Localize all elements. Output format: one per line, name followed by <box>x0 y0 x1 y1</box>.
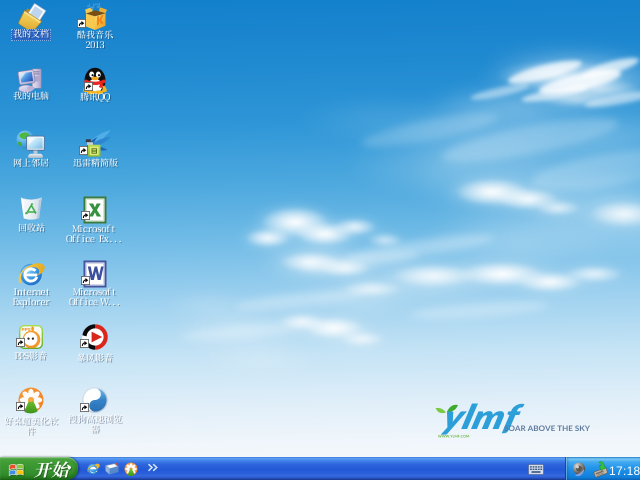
svg-text:PPS: PPS <box>22 327 31 332</box>
